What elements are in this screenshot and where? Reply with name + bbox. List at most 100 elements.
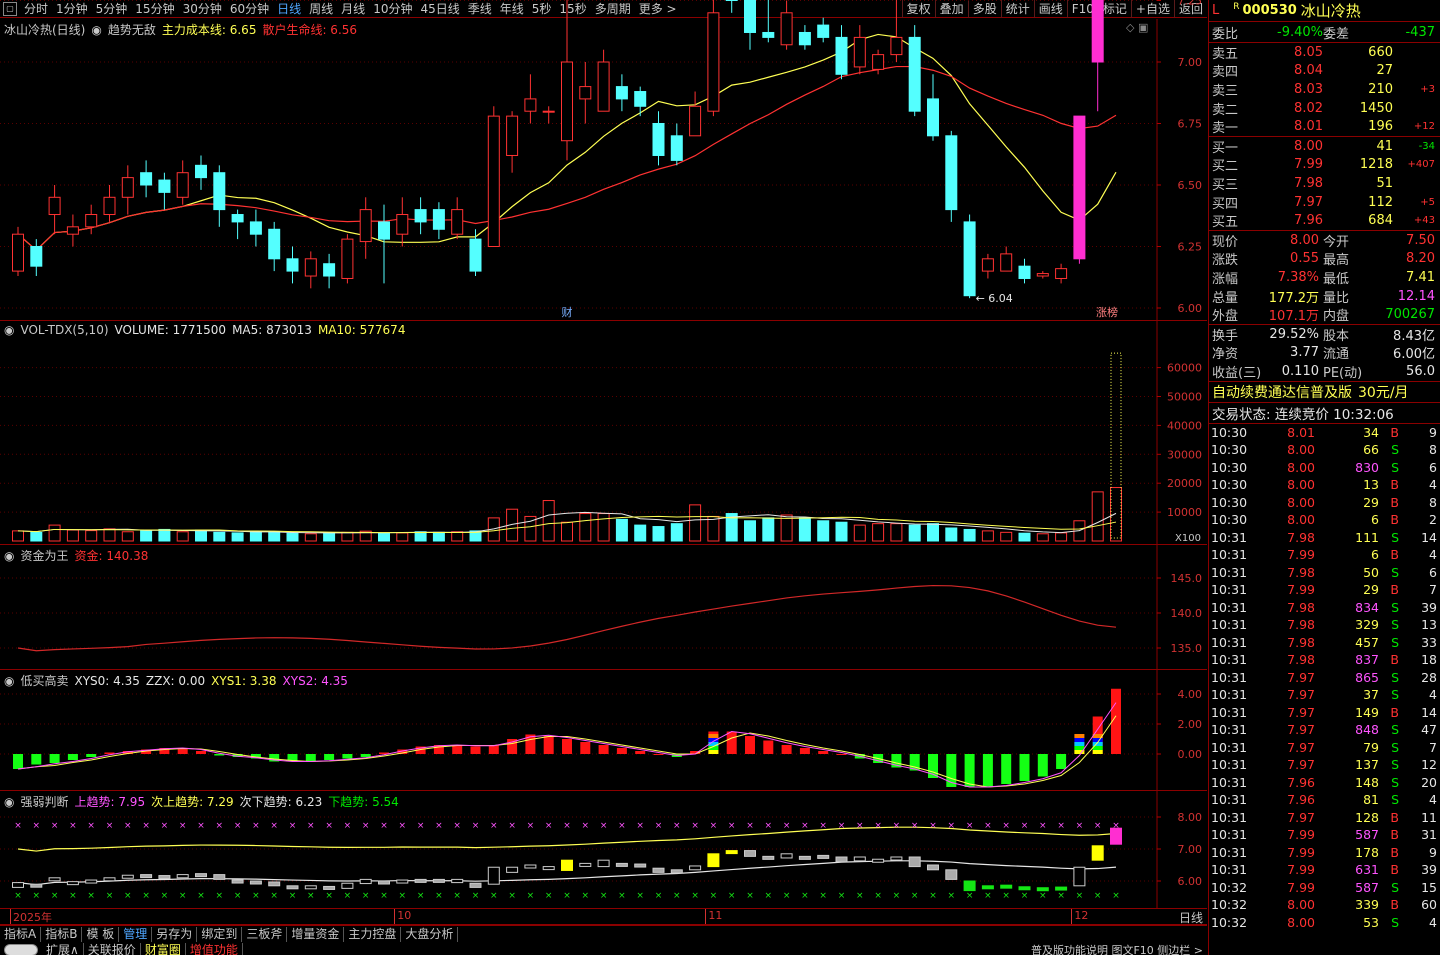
- period-tab-12[interactable]: 年线: [496, 0, 528, 18]
- bids-row[interactable]: 买五 7.96 684 +43: [1209, 211, 1440, 230]
- bottom-tab-6[interactable]: 三板斧: [242, 926, 288, 942]
- volume-bar: [414, 531, 427, 542]
- bottom-tab-5[interactable]: 绑定到: [197, 926, 243, 942]
- bottom-tab-7[interactable]: 增量资金: [287, 926, 345, 942]
- volume-bar: [323, 532, 336, 542]
- up-trend-mark: ×: [966, 821, 974, 831]
- buy-sell-bar: [360, 754, 371, 757]
- bids-row[interactable]: 买一 8.00 41 -34: [1209, 137, 1440, 156]
- period-tab-8[interactable]: 月线: [337, 0, 369, 18]
- strength-box: [451, 878, 464, 884]
- period-tab-10[interactable]: 45日线: [416, 0, 463, 18]
- strength-box: [634, 863, 647, 868]
- asks-row[interactable]: 卖三 8.03 210 +3: [1209, 80, 1440, 99]
- period-tab-0[interactable]: 分时: [20, 0, 52, 18]
- bids-row[interactable]: 买二 7.99 1218 +407: [1209, 156, 1440, 174]
- period-tab-4[interactable]: 30分钟: [179, 0, 226, 18]
- volume-axis-tick: 40000: [1167, 419, 1202, 432]
- period-tab-1[interactable]: 1分钟: [52, 0, 92, 18]
- strength-box: [890, 856, 903, 861]
- bids-row[interactable]: 买四 7.97 112 +5: [1209, 193, 1440, 212]
- life-line-label: 散户生命线: 6.56: [262, 23, 358, 37]
- limit-up-marker[interactable]: 涨榜: [1096, 305, 1118, 319]
- date-label: 12: [1071, 909, 1088, 924]
- toolbar-btn-0[interactable]: 复权: [901, 0, 935, 18]
- strength-box: [432, 878, 445, 883]
- date-label: 11: [705, 909, 722, 924]
- asks-row[interactable]: 卖二 8.02 1450: [1209, 99, 1440, 118]
- bottom-link-3[interactable]: 增值功能: [186, 942, 243, 955]
- buy-sell-bar: [543, 736, 554, 754]
- finance-marker[interactable]: 财: [562, 305, 573, 319]
- capital-panel[interactable]: ◉ 资金为王 资金: 140.38 145.0 140.0 135.0: [0, 545, 1207, 670]
- bottom-tab-0[interactable]: 指标A: [0, 926, 42, 942]
- dn-trend-mark: ×: [252, 891, 260, 901]
- toggle-switch[interactable]: [4, 944, 38, 955]
- bottom-tab-3[interactable]: 管理: [119, 926, 153, 942]
- dn-trend-mark: ×: [911, 891, 919, 901]
- period-tab-2[interactable]: 5分钟: [92, 0, 132, 18]
- bottom-tab-9[interactable]: 大盘分析: [401, 926, 459, 942]
- volume-bar: [231, 532, 244, 542]
- bottom-tab-1[interactable]: 指标B: [41, 926, 83, 942]
- strength-box: [12, 882, 24, 888]
- period-tab-14[interactable]: 15秒: [555, 0, 590, 18]
- bottom-tab-2[interactable]: 模 板: [82, 926, 120, 942]
- buy-sell-axis-tick: 2.00: [1178, 718, 1203, 731]
- toolbar-btn-3[interactable]: 统计: [1000, 0, 1034, 18]
- buy-sell-settings-icon[interactable]: ◉: [4, 674, 14, 688]
- buy-sell-panel[interactable]: ◉ 低买高卖 XYS0: 4.35 ZZX: 0.00 XYS1: 3.38 XYS2: …: [0, 670, 1207, 791]
- buy-sell-bar: [1019, 754, 1030, 781]
- signal-stack: [1074, 734, 1085, 738]
- dn-trend-mark: ×: [307, 891, 315, 901]
- tick-list[interactable]: 10:30 8.01 34 B 9 10:30 8.00 66 S 8 10:30 8.00 830 S 6…: [1209, 424, 1440, 932]
- toolbar-btn-7[interactable]: +自选: [1130, 0, 1174, 18]
- toolbar-btn-2[interactable]: 多股: [967, 0, 1001, 18]
- bottom-link-0[interactable]: 扩展∧: [42, 942, 84, 955]
- strength-panel[interactable]: ◉ 强弱判断 上趋势: 7.95 次上趋势: 7.29 次下趋势: 6.23 下趋势: 5…: [0, 791, 1207, 909]
- candle: [286, 258, 299, 272]
- indicator-settings-icon[interactable]: ◉: [91, 23, 101, 37]
- candle: [634, 91, 647, 107]
- kline-panel[interactable]: 冰山冷热(日线) ◉ 趋势无敌 主力成本线: 6.65 散户生命线: 6.56 ◇ ▣ …: [0, 0, 1207, 321]
- bottom-link-2[interactable]: 财富圈: [141, 942, 186, 955]
- renewal-ad[interactable]: 自动续费通达信普及版 30元/月: [1209, 382, 1440, 403]
- period-tab-7[interactable]: 周线: [305, 0, 337, 18]
- candle: [469, 238, 482, 272]
- toolbar-btn-1[interactable]: 叠加: [934, 0, 968, 18]
- volume-panel[interactable]: ◉ VOL-TDX(5,10) VOLUME: 1771500 MA5: 873013…: [0, 321, 1207, 545]
- buy-sell-title: ◉ 低买高卖 XYS0: 4.35 ZZX: 0.00 XYS1: 3.38 XYS2: …: [4, 672, 354, 689]
- period-tab-6[interactable]: 日线: [273, 0, 305, 18]
- volume-bar: [1018, 532, 1031, 542]
- period-tab-11[interactable]: 季线: [464, 0, 496, 18]
- strength-settings-icon[interactable]: ◉: [4, 795, 14, 809]
- axis-period-label[interactable]: 日线: [1179, 909, 1203, 926]
- bottom-link-1[interactable]: 关联报价: [84, 942, 141, 955]
- toolbar-menu-icon[interactable]: ▢: [3, 1, 17, 16]
- asks-row[interactable]: 卖四 8.04 27: [1209, 62, 1440, 80]
- capital-settings-icon[interactable]: ◉: [4, 549, 14, 563]
- toolbar-btn-4[interactable]: 画线: [1033, 0, 1067, 18]
- period-tab-9[interactable]: 10分钟: [369, 0, 416, 18]
- strength-box: [286, 885, 299, 890]
- tick-row: 10:30 8.00 6 B 2: [1211, 512, 1437, 528]
- bottom-tab-8[interactable]: 主力控盘: [344, 926, 402, 942]
- period-tab-15[interactable]: 多周期: [591, 0, 635, 18]
- period-tab-13[interactable]: 5秒: [528, 0, 556, 18]
- volume-axis-tick: 50000: [1167, 391, 1202, 404]
- dn-trend-mark: ×: [1039, 891, 1047, 901]
- bottom-tab-4[interactable]: 另存为: [152, 926, 198, 942]
- capital-axis-tick: 140.0: [1171, 607, 1203, 620]
- strength-box: [652, 867, 665, 873]
- period-tab-5[interactable]: 60分钟: [226, 0, 273, 18]
- bids-row[interactable]: 买三 7.98 51: [1209, 174, 1440, 193]
- buy-sell-bar: [763, 740, 774, 754]
- sidebar-note[interactable]: 普及版功能说明 图文F10 侧边栏 >: [1031, 942, 1203, 955]
- asks-row[interactable]: 卖五 8.05 660: [1209, 43, 1440, 62]
- volume-bar: [12, 530, 24, 542]
- period-tab-3[interactable]: 15分钟: [131, 0, 178, 18]
- volume-settings-icon[interactable]: ◉: [4, 323, 14, 337]
- asks-row[interactable]: 卖一 8.01 196 +12: [1209, 117, 1440, 136]
- strength-box: [341, 882, 354, 889]
- period-tab-16[interactable]: 更多 >: [635, 0, 681, 18]
